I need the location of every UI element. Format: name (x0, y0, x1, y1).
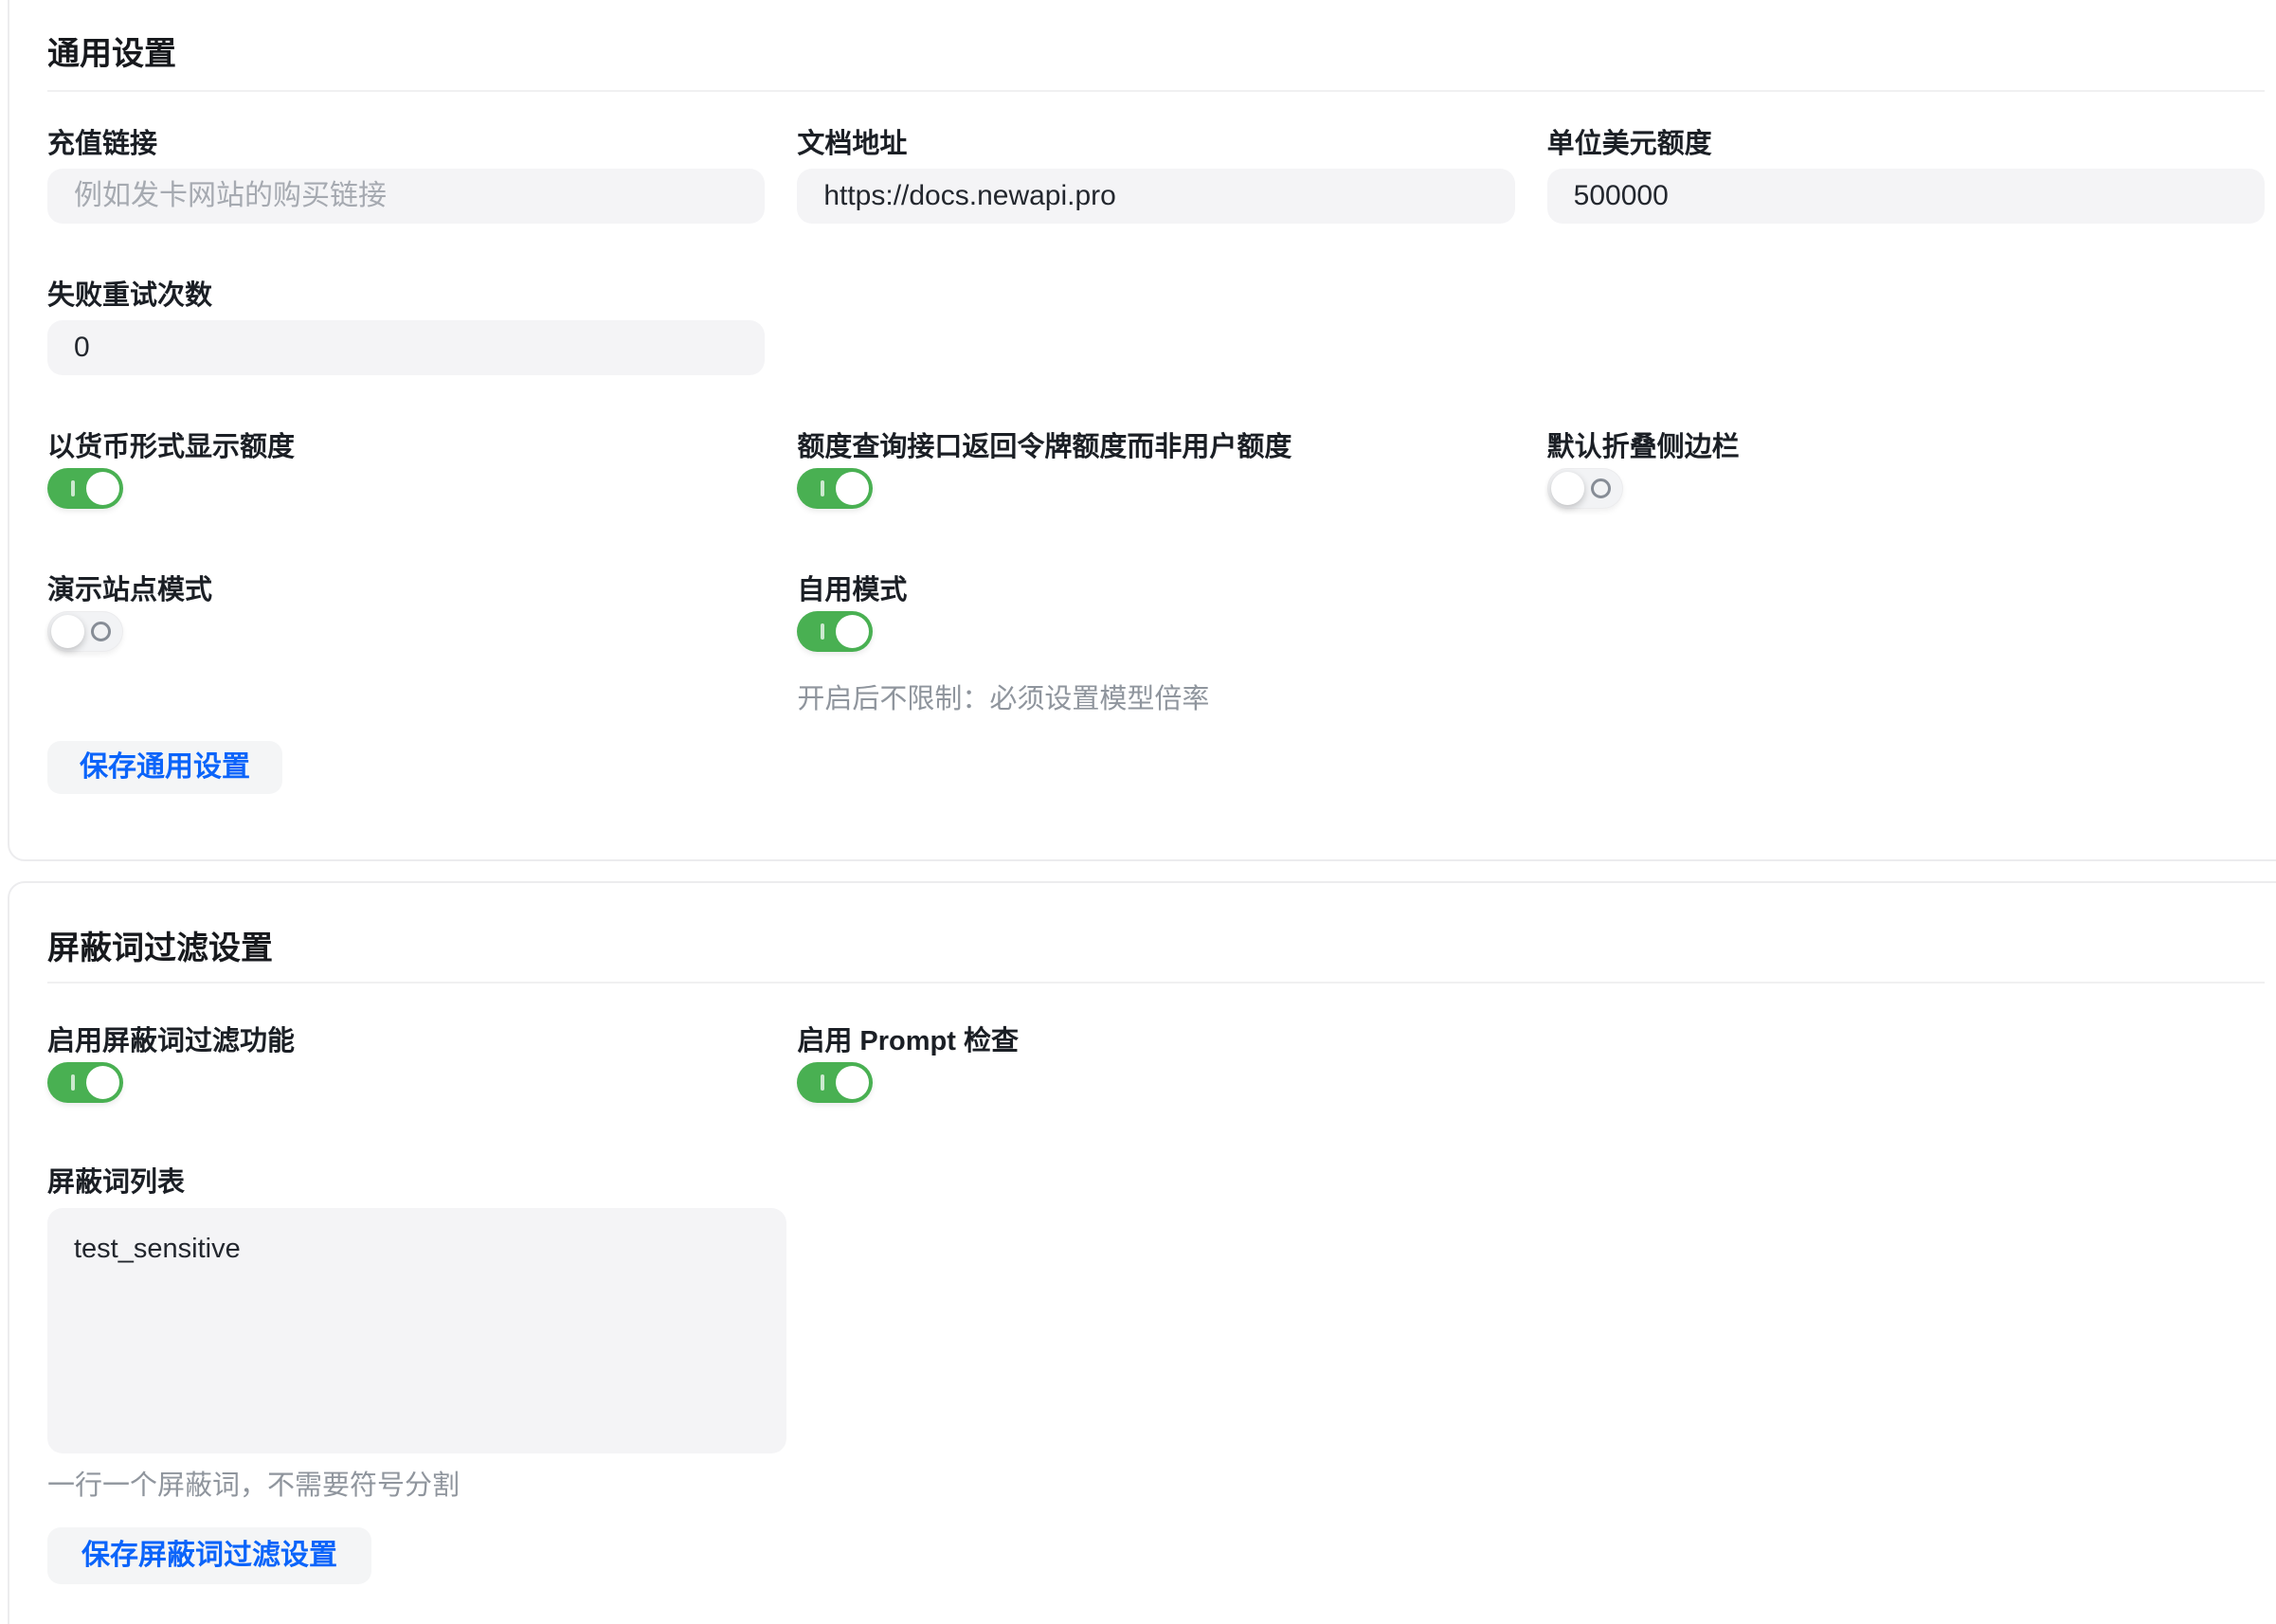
general-toggles-row-2: 演示站点模式 自用模式 开启后不限制：必须设置模型倍率 (47, 573, 2265, 716)
docs-url-label: 文档地址 (797, 127, 1514, 161)
topup-link-input[interactable] (47, 169, 765, 224)
docs-url-input[interactable] (797, 169, 1514, 224)
general-fields-row-2: 失败重试次数 (47, 279, 2265, 375)
topup-link-label: 充值链接 (47, 127, 765, 161)
general-toggles-row-1: 以货币形式显示额度 额度查询接口返回令牌额度而非用户额度 默认折叠侧边栏 (47, 430, 2265, 509)
divider (47, 90, 2265, 92)
switch-on-indicator (71, 1074, 75, 1091)
general-fields-row-1: 充值链接 文档地址 单位美元额度 (47, 127, 2265, 224)
switch-on-indicator (821, 480, 824, 496)
quota-for-token-toggle[interactable] (797, 468, 873, 509)
retry-times-input[interactable] (47, 320, 765, 375)
word-filter-title: 屏蔽词过滤设置 (47, 929, 2265, 968)
toggle-group-demo-site-mode: 演示站点模式 (47, 573, 765, 716)
self-use-mode-toggle[interactable] (797, 611, 873, 652)
field-topup-link: 充值链接 (47, 127, 765, 224)
field-docs-url: 文档地址 (797, 127, 1514, 224)
filter-toggles-row: 启用屏蔽词过滤功能 启用 Prompt 检查 (47, 1024, 2265, 1103)
general-settings-title: 通用设置 (47, 34, 2265, 74)
word-list-textarea[interactable]: test_sensitive (47, 1208, 786, 1453)
demo-site-mode-toggle[interactable] (47, 611, 123, 652)
enable-prompt-check-label: 启用 Prompt 检查 (797, 1024, 1514, 1058)
display-currency-toggle[interactable] (47, 468, 123, 509)
usd-quota-input[interactable] (1547, 169, 2265, 224)
save-general-settings-button[interactable]: 保存通用设置 (47, 741, 282, 794)
switch-knob (836, 615, 869, 648)
switch-off-indicator (1591, 478, 1611, 498)
toggle-group-default-collapse-sidebar: 默认折叠侧边栏 (1547, 430, 2265, 509)
switch-on-indicator (821, 1074, 824, 1091)
divider (47, 982, 2265, 983)
toggle-group-self-use-mode: 自用模式 开启后不限制：必须设置模型倍率 (797, 573, 1514, 716)
switch-knob (836, 472, 869, 505)
switch-knob (51, 615, 84, 648)
general-settings-card: 通用设置 充值链接 文档地址 单位美元额度 失败重试次数 (8, 0, 2276, 861)
default-collapse-sidebar-toggle[interactable] (1547, 468, 1623, 509)
enable-filter-toggle[interactable] (47, 1062, 123, 1103)
enable-filter-label: 启用屏蔽词过滤功能 (47, 1024, 765, 1058)
field-retry-times: 失败重试次数 (47, 279, 765, 375)
self-use-mode-label: 自用模式 (797, 573, 1514, 607)
switch-on-indicator (71, 480, 75, 496)
switch-knob (86, 1066, 119, 1099)
toggle-group-enable-prompt-check: 启用 Prompt 检查 (797, 1024, 1514, 1103)
switch-knob (1551, 472, 1584, 505)
switch-knob (836, 1066, 869, 1099)
switch-on-indicator (821, 623, 824, 640)
retry-times-label: 失败重试次数 (47, 279, 765, 313)
toggle-group-display-currency: 以货币形式显示额度 (47, 430, 765, 509)
word-list-helper: 一行一个屏蔽词，不需要符号分割 (47, 1469, 2265, 1503)
field-usd-quota: 单位美元额度 (1547, 127, 2265, 224)
usd-quota-label: 单位美元额度 (1547, 127, 2265, 161)
default-collapse-sidebar-label: 默认折叠侧边栏 (1547, 430, 2265, 464)
quota-for-token-label: 额度查询接口返回令牌额度而非用户额度 (797, 430, 1514, 464)
settings-page: 通用设置 充值链接 文档地址 单位美元额度 失败重试次数 (0, 0, 2276, 1596)
enable-prompt-check-toggle[interactable] (797, 1062, 873, 1103)
display-currency-label: 以货币形式显示额度 (47, 430, 765, 464)
word-filter-card: 屏蔽词过滤设置 启用屏蔽词过滤功能 启用 Prompt 检查 (8, 881, 2276, 1624)
self-use-mode-helper: 开启后不限制：必须设置模型倍率 (797, 682, 1514, 716)
toggle-group-enable-filter: 启用屏蔽词过滤功能 (47, 1024, 765, 1103)
demo-site-mode-label: 演示站点模式 (47, 573, 765, 607)
toggle-group-quota-for-token: 额度查询接口返回令牌额度而非用户额度 (797, 430, 1514, 509)
switch-off-indicator (91, 622, 111, 641)
save-word-filter-button[interactable]: 保存屏蔽词过滤设置 (47, 1527, 371, 1584)
switch-knob (86, 472, 119, 505)
word-list-label: 屏蔽词列表 (47, 1165, 2265, 1200)
